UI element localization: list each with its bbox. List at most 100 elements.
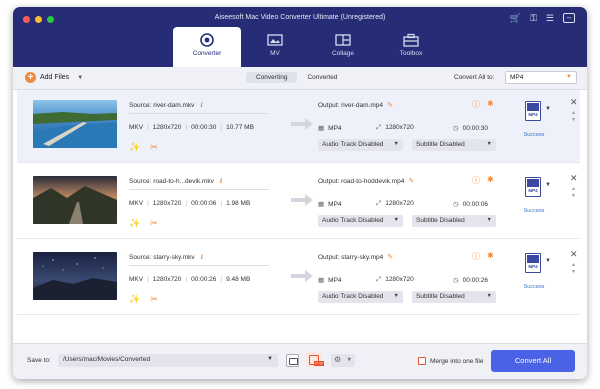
convert-all-format-select[interactable]: MP4 ▼ [505, 71, 577, 84]
window-title: Aiseesoft Mac Video Converter Ultimate (… [214, 14, 386, 21]
info-icon[interactable]: i [200, 101, 202, 109]
badge-label: MP4 [528, 112, 538, 117]
settings-button[interactable]: ⚙ ▼ [331, 354, 355, 367]
chevron-down-icon: ▼ [346, 357, 352, 363]
film-icon: ▦ [318, 125, 325, 132]
video-thumbnail [33, 176, 117, 224]
scissors-icon[interactable]: ✂ [150, 218, 158, 229]
magic-wand-icon[interactable]: ✨ [129, 294, 140, 305]
file-row[interactable]: Source: starry-sky.mkv i MKV | 1280x720 | 0… [17, 242, 580, 315]
subtitle-value: Subtitle Disabled [416, 141, 465, 148]
output-actions: ⓘ ✱ [472, 175, 494, 186]
source-label: Source: road-to-h...devik.mkv [129, 178, 214, 185]
magic-wand-icon[interactable]: ✨ [129, 142, 140, 153]
merge-checkbox[interactable] [418, 357, 426, 365]
add-files-button[interactable]: + Add Files ▼ [25, 72, 83, 83]
tab-collage[interactable]: Collage [309, 27, 377, 67]
audio-track-select[interactable]: Audio Track Disabled ▼ [318, 291, 403, 303]
resize-icon: ⤢ [376, 124, 382, 131]
tab-label: Toolbox [399, 50, 423, 57]
hw-off-label: OFF [314, 361, 324, 366]
convert-all-button[interactable]: Convert All [491, 350, 575, 372]
chevron-down-icon: ▼ [393, 293, 399, 299]
resize-icon: ⤢ [376, 200, 382, 207]
file-row[interactable]: Source: river-dam.mkv i MKV | 1280x720 | 00… [17, 90, 580, 163]
key-icon[interactable]: ⚿ [530, 13, 537, 23]
subtitle-select[interactable]: Subtitle Disabled ▼ [412, 139, 496, 151]
scissors-icon[interactable]: ✂ [150, 142, 158, 153]
footer-bar: Save to: /Users/mac/Movies/Converted ▼ O… [13, 343, 587, 379]
output-format-badge[interactable]: MP4 [525, 177, 541, 197]
tab-label: Converter [192, 50, 222, 57]
main-tabs: Converter MV Collage Toolbox [173, 27, 445, 67]
clock-icon: ◷ [453, 201, 459, 208]
magic-wand-icon[interactable]: ✨ [129, 218, 140, 229]
scissors-icon[interactable]: ✂ [150, 294, 158, 305]
menu-icon[interactable]: ☰ [546, 13, 554, 23]
output-format-badge[interactable]: MP4 [525, 253, 541, 273]
status-segmented-control: Converting Converted [246, 72, 347, 83]
output-format-badge[interactable]: MP4 [525, 101, 541, 121]
output-actions: ⓘ ✱ [472, 251, 494, 262]
open-folder-button[interactable] [286, 354, 299, 367]
cart-icon[interactable]: 🛒 [510, 13, 521, 23]
divider [129, 113, 269, 114]
hardware-acceleration-button[interactable]: OFF [306, 352, 324, 367]
out-resolution: 1280x720 [385, 276, 414, 283]
source-meta: MKV | 1280x720 | 00:00:06 | 1.98 MB [129, 200, 251, 207]
subtitle-select[interactable]: Subtitle Disabled ▼ [412, 291, 496, 303]
arrow-right-icon [291, 270, 313, 282]
file-size: 10.77 MB [226, 124, 254, 131]
chevron-down-icon[interactable]: ▼ [545, 258, 551, 264]
tab-converted[interactable]: Converted [297, 72, 347, 83]
chevron-down-icon: ▼ [393, 141, 399, 147]
settings-icon[interactable]: ✱ [487, 251, 494, 262]
pencil-icon[interactable]: ✎ [387, 102, 393, 109]
file-row[interactable]: Source: road-to-h...devik.mkv i MKV | 1280… [17, 166, 580, 239]
settings-icon[interactable]: ✱ [487, 175, 494, 186]
settings-icon[interactable]: ✱ [487, 99, 494, 110]
tab-converter[interactable]: Converter [173, 27, 241, 67]
save-path-select[interactable]: /Users/mac/Movies/Converted ▼ [58, 354, 278, 367]
tab-converting[interactable]: Converting [246, 72, 298, 83]
tab-toolbox[interactable]: Toolbox [377, 27, 445, 67]
save-path-value: /Users/mac/Movies/Converted [63, 356, 151, 363]
chevron-down-icon[interactable]: ▼ [545, 182, 551, 188]
badge-label: MP4 [528, 188, 538, 193]
output-filename: Output: starry-sky.mp4 ✎ [318, 253, 393, 261]
minimize-icon[interactable]: – [563, 13, 575, 23]
status-success: Success [523, 284, 545, 290]
app-window: Aiseesoft Mac Video Converter Ultimate (… [13, 7, 587, 379]
subtitle-select[interactable]: Subtitle Disabled ▼ [412, 215, 496, 227]
video-thumbnail [33, 100, 117, 148]
source-meta: MKV | 1280x720 | 00:00:26 | 9.48 MB [129, 276, 251, 283]
audio-value: Audio Track Disabled [322, 141, 384, 148]
reorder-icon[interactable]: ▲ ▼ [571, 186, 576, 200]
merge-option[interactable]: Merge into one file [418, 357, 483, 365]
remove-file-icon[interactable]: ✕ [570, 97, 578, 108]
pencil-icon[interactable]: ✎ [408, 178, 414, 185]
info-icon[interactable]: i [220, 177, 222, 185]
reorder-icon[interactable]: ▲ ▼ [571, 262, 576, 276]
subtitle-value: Subtitle Disabled [416, 217, 465, 224]
info-circle-icon[interactable]: ⓘ [472, 99, 480, 110]
chevron-down-icon[interactable]: ▼ [77, 75, 83, 81]
output-filename: Output: road-to-hoddevik.mp4 ✎ [318, 177, 414, 185]
divider [129, 189, 269, 190]
info-icon[interactable]: i [201, 253, 203, 261]
remove-file-icon[interactable]: ✕ [570, 173, 578, 184]
pencil-icon[interactable]: ✎ [387, 254, 393, 261]
audio-track-select[interactable]: Audio Track Disabled ▼ [318, 215, 403, 227]
reorder-icon[interactable]: ▲ ▼ [571, 110, 576, 124]
info-circle-icon[interactable]: ⓘ [472, 251, 480, 262]
chevron-down-icon[interactable]: ▼ [545, 106, 551, 112]
chevron-down-icon: ▼ [486, 217, 492, 223]
tab-mv[interactable]: MV [241, 27, 309, 67]
converter-icon [200, 33, 214, 47]
info-circle-icon[interactable]: ⓘ [472, 175, 480, 186]
remove-file-icon[interactable]: ✕ [570, 249, 578, 260]
badge-label: MP4 [528, 264, 538, 269]
plus-icon: + [25, 72, 36, 83]
out-format: MP4 [328, 125, 342, 132]
audio-track-select[interactable]: Audio Track Disabled ▼ [318, 139, 403, 151]
